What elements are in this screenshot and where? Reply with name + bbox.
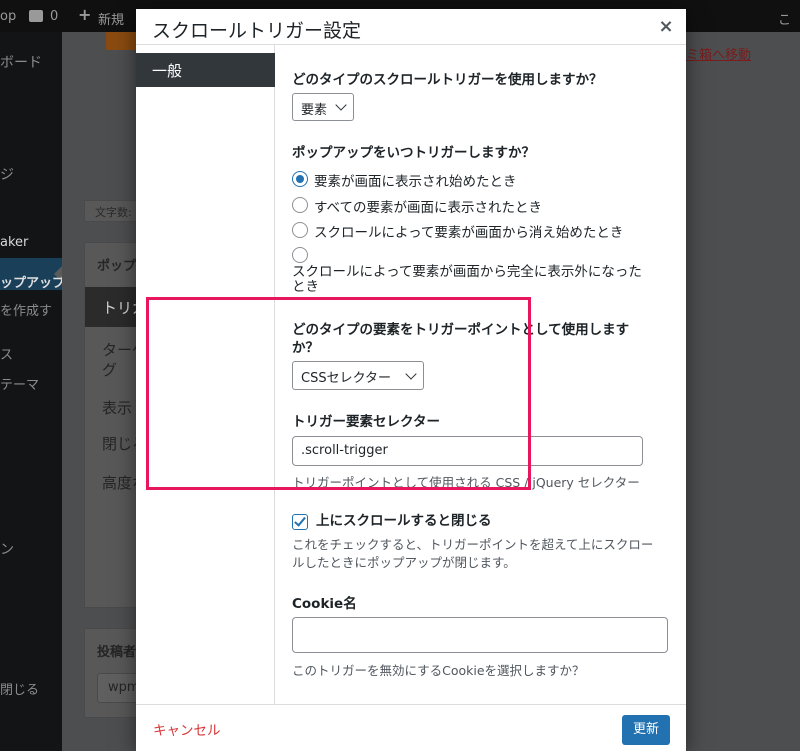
bg-tab-advanced-label[interactable]: 高度な <box>102 472 137 493</box>
radio-label: 要素が画面に表示され始めたとき <box>314 174 517 190</box>
update-button[interactable]: 更新 <box>622 715 670 745</box>
sidebar-item-n[interactable]: ン <box>0 539 14 559</box>
sidebar-item-popup-maker[interactable]: aker <box>0 235 28 250</box>
radio-label-fully-hidden-line2: とき <box>292 279 319 295</box>
chevron-down-icon <box>335 99 347 111</box>
sidebar-item-s[interactable]: ス <box>0 344 13 363</box>
admin-bar-site-label[interactable]: op <box>0 9 16 24</box>
sidebar-collapse-label[interactable]: 閉じる <box>0 679 39 698</box>
radio-button-checked[interactable] <box>292 171 308 187</box>
close-icon[interactable]: × <box>656 17 676 37</box>
sidebar-item-popups[interactable]: ップアップ <box>0 272 62 291</box>
bg-author-title: 投稿者 <box>97 645 137 660</box>
bg-author-box: 投稿者 wpm <box>84 628 138 718</box>
admin-sidebar: ボード ジ aker ップアップ を作成す ス テーマ ン 閉じる <box>0 32 62 751</box>
bg-author-select[interactable]: wpm <box>97 673 138 703</box>
bg-tab-trigger-label: トリガ <box>102 299 137 317</box>
cookie-description: このトリガーを無効にするCookieを選択しますか？ <box>292 663 585 678</box>
trigger-type-select[interactable]: 要素 <box>292 93 354 121</box>
close-on-scroll-up-description-line2: ルしたときにポップアップが閉じます。 <box>292 555 516 570</box>
radio-label: すべての要素が画面に表示されたとき <box>314 200 543 216</box>
bg-author-value: wpm <box>108 680 138 695</box>
radio-button[interactable] <box>292 197 308 213</box>
trigger-type-select-value: 要素 <box>301 103 328 118</box>
bg-tab-target-label[interactable]: ターゲ <box>102 339 137 360</box>
cookie-input[interactable] <box>292 617 668 653</box>
radio-button[interactable] <box>292 222 308 238</box>
radio-label-fully-hidden: スクロールによって要素が画面から完全に表示外になった とき <box>292 265 672 295</box>
close-on-scroll-up-label[interactable]: 上にスクロールすると閉じる <box>316 512 492 530</box>
bg-popup-settings-title: ポップ <box>97 259 137 274</box>
modal-footer: キャンセル 更新 <box>136 704 686 751</box>
bg-orange-block <box>106 32 136 50</box>
bg-tab-close-label[interactable]: 閉じる <box>102 433 137 454</box>
modal-header: スクロールトリガー設定 × <box>136 9 686 45</box>
admin-bar-right-fragment[interactable]: こ <box>778 9 791 28</box>
bg-popup-settings-box: ポップ トリガ ターゲ グ 表示 閉じる 高度な <box>84 242 138 608</box>
close-on-scroll-up-description: これをチェックすると、トリガーポイントを超えて上にスクロー ルしたときにポップア… <box>292 536 653 572</box>
sidebar-item-dashboard[interactable]: ボード <box>0 52 42 72</box>
checkmark-icon <box>294 514 306 527</box>
comment-count[interactable]: 0 <box>50 9 58 24</box>
close-on-scroll-up-description-line1: これをチェックすると、トリガーポイントを超えて上にスクロー <box>292 537 654 552</box>
bg-word-count: 文字数: <box>84 200 138 222</box>
bg-trash-link[interactable]: ミ箱へ移動 <box>686 44 751 63</box>
comment-icon[interactable] <box>29 10 43 22</box>
when-trigger-question: ポップアップをいつトリガーしますか？ <box>292 145 535 161</box>
trigger-type-question: どのタイプのスクロールトリガーを使用しますか？ <box>292 72 603 88</box>
radio-label-fully-hidden-line1: スクロールによって要素が画面から完全に表示外になった <box>292 264 642 280</box>
sidebar-item-themes[interactable]: テーマ <box>0 374 39 393</box>
cookie-label: Cookie名 <box>292 596 357 612</box>
bg-word-count-text: 文字数: <box>95 206 132 219</box>
sidebar-item-pages[interactable]: ジ <box>0 164 14 184</box>
plus-icon[interactable]: + <box>78 5 91 24</box>
modal-title: スクロールトリガー設定 <box>152 20 362 42</box>
tab-general[interactable]: 一般 <box>136 53 275 87</box>
new-content-label[interactable]: 新規 <box>98 9 124 28</box>
bg-tab-display-label[interactable]: 表示 <box>102 397 132 418</box>
highlight-frame <box>146 297 531 490</box>
radio-label: スクロールによって要素が画面から消え始めたとき <box>314 225 624 241</box>
close-on-scroll-up-checkbox[interactable] <box>292 514 308 530</box>
bg-tab-target-label-2: グ <box>102 361 118 379</box>
sidebar-item-create[interactable]: を作成す <box>0 300 52 319</box>
radio-button[interactable] <box>292 247 308 263</box>
cancel-button[interactable]: キャンセル <box>153 719 221 739</box>
